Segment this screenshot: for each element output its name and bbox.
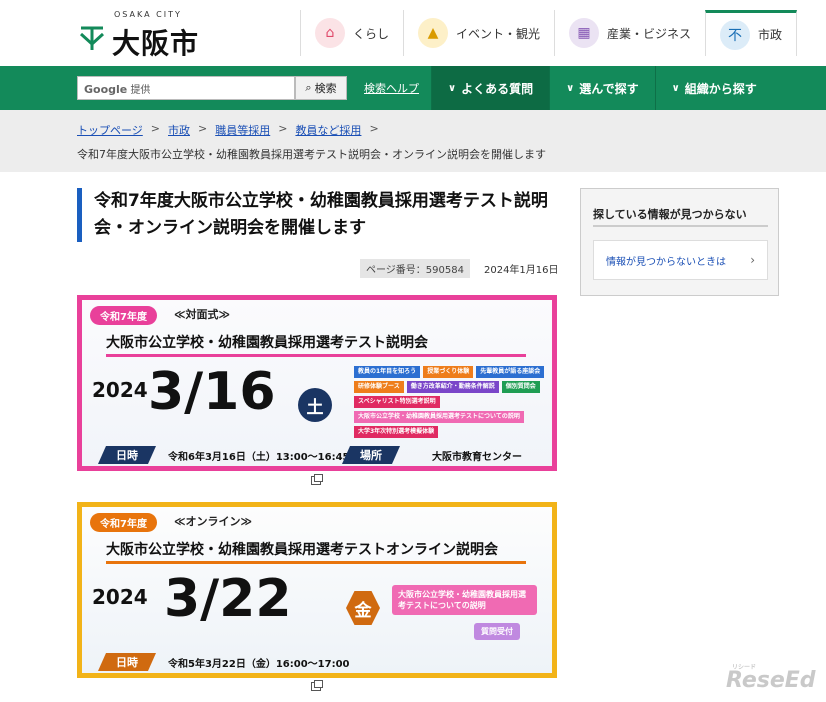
category-label: くらし: [353, 26, 390, 41]
title-underline: [106, 561, 526, 564]
in-person-session-banner[interactable]: 令和7年度 ≪対面式≫ 大阪市公立学校・幼稚園教員採用選考テスト説明会 2024…: [77, 295, 557, 471]
venue-value: 大阪市教育センター: [432, 452, 522, 463]
datetime-label: 日時: [98, 446, 156, 464]
banner-title: 大阪市公立学校・幼稚園教員採用選考テストオンライン説明会: [106, 542, 498, 558]
breadcrumb-current: 令和7年度大阪市公立学校・幼稚園教員採用選考テスト説明会・オンライン説明会を開催…: [77, 148, 546, 161]
category-label: イベント・観光: [456, 26, 541, 41]
chevron-down-icon: ∨: [566, 82, 575, 94]
logo-title: 大阪市: [112, 27, 200, 60]
page-meta: ページ番号：590584 2024年1月16日: [360, 259, 559, 278]
year-pill: 令和7年度: [90, 306, 157, 325]
watermark-sub: リシード: [732, 664, 757, 671]
search-button[interactable]: ⌕ 検索: [295, 76, 347, 100]
nav-label: よくある質問: [461, 81, 534, 96]
program-tag: 大阪市公立学校・幼稚園教員採用選考テストについての説明: [354, 411, 524, 423]
breadcrumb-link[interactable]: 市政: [168, 122, 190, 138]
program-tags: 教員の1年目を知ろう 授業づくり体験 先輩教員が語る座談会 研修体験ブース 働き…: [354, 366, 550, 438]
datetime-label: 日時: [98, 653, 156, 671]
title-underline: [106, 354, 526, 357]
external-link-icon[interactable]: [311, 474, 323, 485]
datetime-value: 令和6年3月16日（土）13:00～16:45: [168, 452, 350, 463]
chevron-right-icon: >: [198, 122, 208, 135]
house-icon: ⌂: [315, 18, 345, 48]
chevron-right-icon: ›: [750, 253, 755, 267]
info-box: 大阪市公立学校・幼稚園教員採用選考テストについての説明: [392, 585, 537, 615]
banner-date: 3/16: [148, 362, 276, 422]
banner-year: 2024: [92, 585, 148, 609]
program-tag: 働き方改革紹介・勤務条件解説: [406, 381, 499, 393]
category-business[interactable]: ▦ 産業・ビジネス: [554, 10, 705, 56]
category-nav: ⌂ くらし ▲ イベント・観光 ▦ 産業・ビジネス 不 市政: [300, 10, 798, 56]
search-input[interactable]: Google 提供: [77, 76, 295, 100]
program-tag: 先輩教員が語る座談会: [476, 366, 545, 378]
category-shisei[interactable]: 不 市政: [705, 10, 798, 56]
page-date: 2024年1月16日: [483, 265, 559, 276]
building-icon: ▦: [569, 18, 600, 48]
not-found-help-link[interactable]: 情報が見つからないときは ›: [593, 240, 768, 280]
program-tag: スペシャリスト特別選考説明: [354, 396, 440, 408]
chevron-right-icon: >: [150, 122, 160, 135]
session-mode: ≪対面式≫: [174, 308, 231, 321]
chevron-down-icon: ∨: [671, 82, 680, 94]
category-label: 産業・ビジネス: [607, 26, 692, 41]
nav-browse[interactable]: ∨ 選んで探す: [549, 66, 655, 110]
datetime-value: 令和5年3月22日（金）16:00～17:00: [168, 659, 350, 670]
venue-label: 場所: [342, 446, 400, 464]
program-tag: 研修体験ブース: [354, 381, 404, 393]
watermark-main: ReseEd: [726, 668, 816, 693]
nav-label: 選んで探す: [579, 81, 639, 96]
category-label: 市政: [758, 28, 783, 42]
session-mode: ≪オンライン≫: [174, 515, 253, 528]
online-session-banner[interactable]: 令和7年度 ≪オンライン≫ 大阪市公立学校・幼稚園教員採用選考テストオンライン説…: [77, 502, 557, 678]
city-emblem-icon: 不: [720, 19, 751, 50]
watermark-logo: リシード ReseEd: [726, 664, 816, 693]
banner-year: 2024: [92, 378, 148, 402]
site-header: OSAKA CITY 大阪市 ⌂ くらし ▲ イベント・観光 ▦ 産業・ビジネス…: [0, 0, 826, 66]
castle-icon: ▲: [418, 18, 449, 48]
program-tag: 個別質問会: [501, 381, 540, 393]
chevron-right-icon: >: [278, 122, 288, 135]
nav-label: 組織から探す: [684, 81, 757, 96]
program-tag: 大学3年次特別選考模擬体験: [354, 426, 439, 438]
help-sidebar: 探している情報が見つからない 情報が見つからないときは ›: [580, 188, 779, 296]
banner-date: 3/22: [164, 569, 292, 629]
breadcrumb-link[interactable]: 職員等採用: [215, 122, 270, 138]
nav-faq[interactable]: ∨ よくある質問: [431, 66, 550, 110]
sidebar-link-label: 情報が見つからないときは: [606, 256, 726, 268]
page-number: ページ番号：590584: [360, 259, 470, 278]
nav-organization[interactable]: ∨ 組織から探す: [654, 66, 773, 110]
search-placeholder: Google 提供: [84, 83, 151, 96]
divider: [593, 225, 768, 227]
day-of-week-badge: 金: [346, 591, 380, 625]
logo-subtitle: OSAKA CITY: [114, 10, 182, 19]
breadcrumb-link[interactable]: 教員など採用: [295, 122, 361, 138]
chevron-down-icon: ∨: [448, 82, 457, 94]
search-button-label: 検索: [314, 82, 337, 95]
day-of-week-badge: 土: [298, 388, 332, 422]
year-pill: 令和7年度: [90, 513, 157, 532]
page-title: 令和7年度大阪市公立学校・幼稚園教員採用選考テスト説明会・オンライン説明会を開催…: [94, 191, 548, 238]
qa-box: 質問受付: [474, 623, 520, 640]
chevron-right-icon: >: [369, 122, 379, 135]
site-logo[interactable]: OSAKA CITY 大阪市: [78, 10, 218, 60]
external-link-icon[interactable]: [311, 680, 323, 691]
sidebar-heading: 探している情報が見つからない: [593, 208, 747, 221]
banner-title: 大阪市公立学校・幼稚園教員採用選考テスト説明会: [106, 335, 428, 351]
breadcrumb-link[interactable]: トップページ: [77, 122, 143, 138]
global-nav: ∨ よくある質問 ∨ 選んで探す ∨ 組織から探す: [431, 66, 773, 110]
program-tag: 教員の1年目を知ろう: [354, 366, 421, 378]
category-event[interactable]: ▲ イベント・観光: [403, 10, 554, 56]
city-emblem-icon: [79, 26, 105, 50]
category-kurashi[interactable]: ⌂ くらし: [300, 10, 403, 56]
search-help-link[interactable]: 検索ヘルプ: [364, 80, 419, 96]
search-icon: ⌕: [305, 81, 312, 94]
page-title-block: 令和7年度大阪市公立学校・幼稚園教員採用選考テスト説明会・オンライン説明会を開催…: [77, 188, 557, 242]
breadcrumb: トップページ > 市政 > 職員等採用 > 教員など採用 > 令和7年度大阪市公立学校・…: [0, 110, 826, 172]
global-nav-bar: Google 提供 ⌕ 検索 検索ヘルプ ∨ よくある質問 ∨ 選んで探す ∨ 組織か…: [0, 66, 826, 110]
program-tag: 授業づくり体験: [423, 366, 474, 378]
